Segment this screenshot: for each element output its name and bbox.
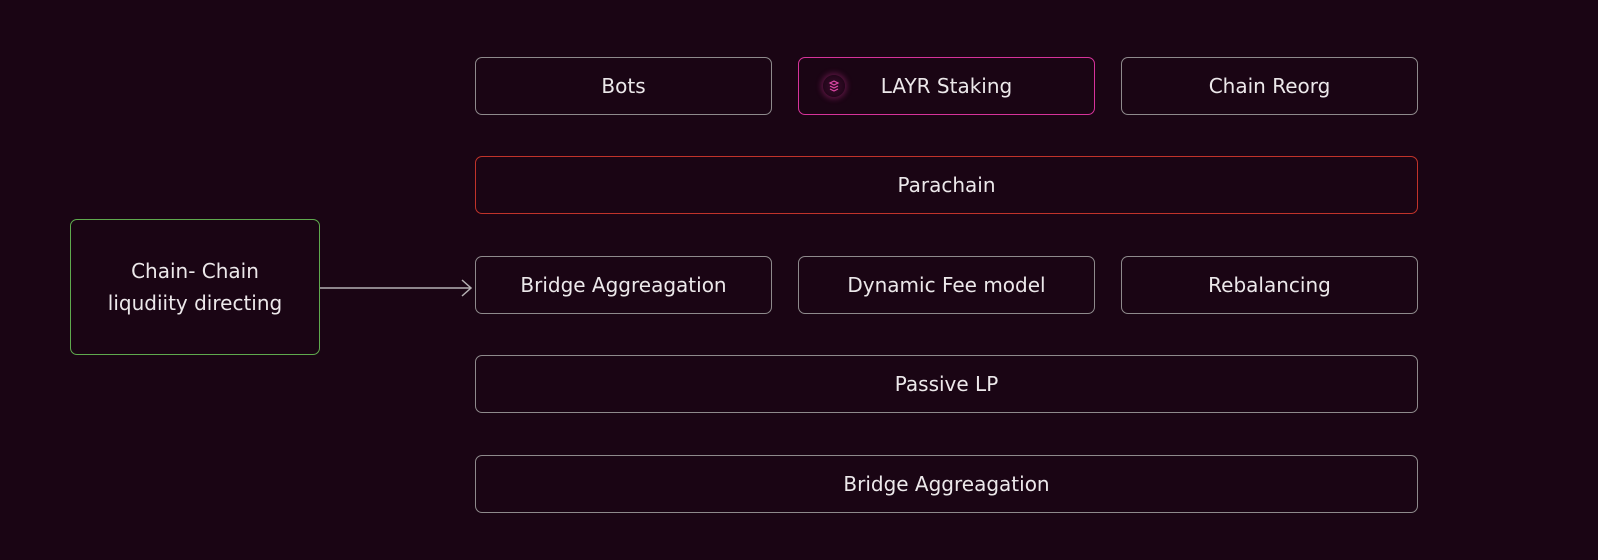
node-bots: Bots	[475, 57, 772, 115]
node-bots-label: Bots	[601, 74, 646, 98]
node-layr-staking-label: LAYR Staking	[880, 74, 1013, 98]
layr-token-icon	[823, 75, 845, 97]
node-dynamic-fee-model-label: Dynamic Fee model	[847, 273, 1046, 297]
node-bridge-aggregation: Bridge Aggreagation	[475, 256, 772, 314]
node-passive-lp: Passive LP	[475, 355, 1418, 413]
node-bridge-aggregation-label: Bridge Aggreagation	[520, 273, 727, 297]
node-passive-lp-label: Passive LP	[894, 372, 999, 396]
node-bridge-aggregation-bottom: Bridge Aggreagation	[475, 455, 1418, 513]
node-rebalancing: Rebalancing	[1121, 256, 1418, 314]
node-chain-reorg-label: Chain Reorg	[1208, 74, 1331, 98]
node-bridge-aggregation-bottom-label: Bridge Aggreagation	[843, 472, 1050, 496]
node-parachain-label: Parachain	[897, 173, 996, 197]
node-layr-staking: LAYR Staking	[798, 57, 1095, 115]
node-parachain: Parachain	[475, 156, 1418, 214]
node-chain-reorg: Chain Reorg	[1121, 57, 1418, 115]
diagram-canvas: Chain- Chain liqudiity directing Bots LA…	[0, 0, 1598, 560]
node-rebalancing-label: Rebalancing	[1208, 273, 1331, 297]
node-dynamic-fee-model: Dynamic Fee model	[798, 256, 1095, 314]
